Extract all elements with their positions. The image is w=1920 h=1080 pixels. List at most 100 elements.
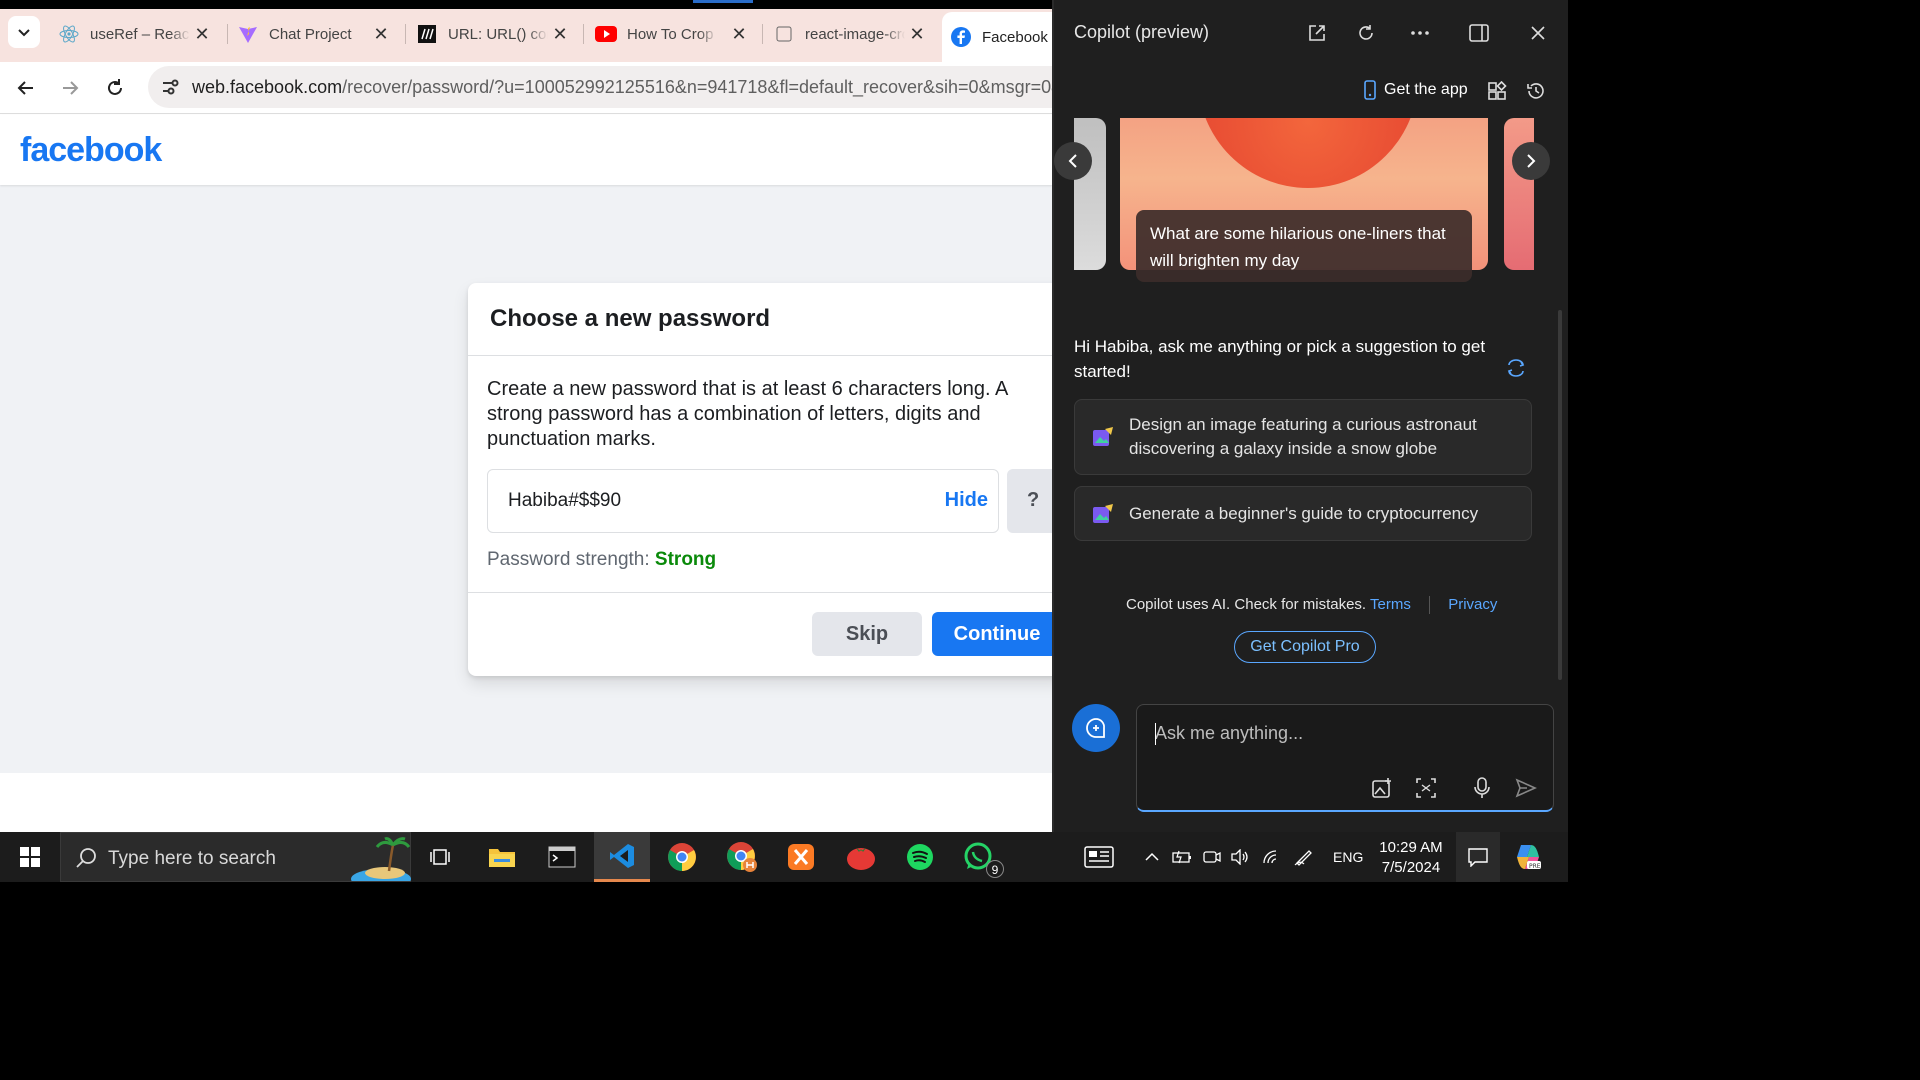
clock-date: 7/5/2024 — [1381, 859, 1441, 876]
taskbar-search[interactable]: Type here to search — [60, 832, 411, 882]
history-icon[interactable] — [1523, 78, 1549, 104]
arrow-right-icon — [63, 81, 79, 95]
get-copilot-pro-button[interactable]: Get Copilot Pro — [1234, 631, 1376, 663]
chrome-profile-button[interactable] — [714, 832, 770, 882]
scrollbar[interactable] — [1558, 310, 1562, 680]
refresh-suggestions-icon[interactable] — [1504, 356, 1528, 380]
hide-password-button[interactable]: Hide — [945, 489, 988, 512]
facebook-header: facebook — [0, 115, 1052, 185]
carousel-caption[interactable]: What are some hilarious one-liners that … — [1136, 210, 1472, 282]
more-options-icon[interactable] — [1407, 20, 1433, 46]
image-upload-icon[interactable] — [1369, 775, 1395, 801]
facebook-logo[interactable]: facebook — [20, 131, 162, 170]
suggestion-chip[interactable]: Design an image featuring a curious astr… — [1074, 399, 1532, 475]
password-strength: Password strength: Strong — [487, 549, 717, 570]
task-view-button[interactable] — [413, 832, 469, 882]
carousel-card-next[interactable] — [1504, 118, 1534, 270]
send-icon[interactable] — [1513, 775, 1539, 801]
tab-react-image-crop[interactable]: react-image-crop ✕ — [765, 16, 935, 52]
password-value: Habiba#$$90 — [508, 490, 622, 511]
volume-icon[interactable] — [1228, 832, 1252, 882]
apps-icon[interactable] — [1484, 78, 1510, 104]
get-the-app-button[interactable]: Get the app — [1362, 80, 1468, 100]
close-icon[interactable]: ✕ — [550, 24, 570, 44]
microphone-icon[interactable] — [1469, 775, 1495, 801]
clock[interactable]: 10:29 AM 7/5/2024 — [1372, 838, 1450, 878]
privacy-link[interactable]: Privacy — [1448, 596, 1497, 613]
xampp-button[interactable] — [773, 832, 829, 882]
tomato-timer-button[interactable] — [833, 832, 889, 882]
tab-chat-project[interactable]: Chat Project ✕ — [229, 16, 399, 52]
ask-input[interactable]: Ask me anything... — [1136, 704, 1554, 812]
copilot-taskbar-button[interactable]: PRE — [1508, 832, 1548, 882]
help-button[interactable]: ? — [1007, 469, 1052, 533]
image-create-icon — [1093, 427, 1113, 446]
pen-icon[interactable] — [1292, 832, 1316, 882]
close-icon[interactable]: ✕ — [371, 24, 391, 44]
address-bar[interactable]: web.facebook.com/recover/password/?u=100… — [148, 66, 1052, 108]
suggestion-chip[interactable]: Generate a beginner's guide to cryptocur… — [1074, 486, 1532, 541]
divider — [468, 592, 1052, 593]
windows-icon — [20, 847, 40, 867]
carousel-card-previous[interactable] — [1074, 118, 1106, 270]
clock-time: 10:29 AM — [1379, 839, 1443, 856]
folder-icon — [489, 849, 515, 867]
divider — [468, 355, 1052, 356]
card-title: Choose a new password — [490, 305, 771, 332]
reload-button[interactable] — [99, 72, 131, 104]
camera-icon[interactable] — [1200, 832, 1224, 882]
spotify-button[interactable] — [892, 832, 948, 882]
spotify-icon — [907, 844, 933, 870]
facebook-icon — [950, 26, 972, 48]
tab-search-button[interactable] — [8, 16, 40, 48]
tab-title: How To Crop Images — [627, 25, 717, 43]
tab-url-mdn[interactable]: URL: URL() constructor ✕ — [408, 16, 578, 52]
whatsapp-button[interactable]: 9 — [950, 832, 1006, 882]
close-icon[interactable] — [1525, 20, 1551, 46]
forward-button[interactable] — [54, 72, 86, 104]
copilot-title: Copilot (preview) — [1074, 22, 1210, 42]
close-icon[interactable]: ✕ — [729, 24, 749, 44]
carousel-next-button[interactable] — [1512, 142, 1550, 180]
battery-icon[interactable] — [1170, 832, 1194, 882]
back-button[interactable] — [10, 72, 42, 104]
file-explorer-button[interactable] — [474, 832, 530, 882]
start-button[interactable] — [2, 832, 58, 882]
tab-title: useRef – React — [90, 25, 190, 43]
strength-level: Strong — [654, 549, 717, 570]
news-icon — [1084, 846, 1114, 868]
vscode-icon — [610, 843, 634, 868]
new-password-field[interactable]: Habiba#$$90 Hide — [487, 469, 999, 533]
refresh-icon[interactable] — [1353, 20, 1379, 46]
open-external-icon[interactable] — [1304, 20, 1330, 46]
language-indicator[interactable]: ENG — [1333, 849, 1363, 865]
ask-placeholder: Ask me anything... — [1155, 723, 1304, 743]
chat-plus-icon — [1086, 718, 1105, 738]
tab-strip: useRef – React ✕ Chat Project ✕ URL: URL… — [0, 0, 1052, 62]
skip-button[interactable]: Skip — [812, 612, 922, 656]
new-topic-button[interactable] — [1072, 704, 1120, 752]
tab-facebook[interactable]: Facebook — [942, 12, 1052, 62]
continue-button[interactable]: Continue — [932, 612, 1052, 656]
terms-link[interactable]: Terms — [1370, 596, 1411, 613]
show-hidden-icons-button[interactable] — [1142, 832, 1162, 882]
taskbar: Type here to search 9 ENG 10:29 AM 7/5/2… — [0, 832, 1568, 882]
notifications-button[interactable] — [1456, 832, 1500, 882]
vscode-button[interactable] — [594, 832, 650, 882]
tab-title: Facebook — [982, 28, 1048, 46]
tab-youtube[interactable]: How To Crop Images ✕ — [587, 16, 757, 52]
chrome-button[interactable] — [654, 832, 710, 882]
close-icon[interactable]: ✕ — [192, 24, 212, 44]
split-view-icon[interactable] — [1466, 20, 1492, 46]
site-info-icon[interactable] — [158, 75, 182, 99]
close-icon[interactable]: ✕ — [907, 24, 927, 44]
chrome-icon — [668, 843, 696, 871]
facebook-footer — [0, 773, 1052, 832]
screenshot-icon[interactable] — [1413, 775, 1439, 801]
svg-text:PRE: PRE — [1529, 863, 1541, 870]
tab-useref[interactable]: useRef – React ✕ — [50, 16, 220, 52]
news-widget-button[interactable] — [1082, 832, 1116, 882]
carousel-prev-button[interactable] — [1054, 142, 1092, 180]
wifi-icon[interactable] — [1260, 832, 1284, 882]
terminal-button[interactable] — [534, 832, 590, 882]
